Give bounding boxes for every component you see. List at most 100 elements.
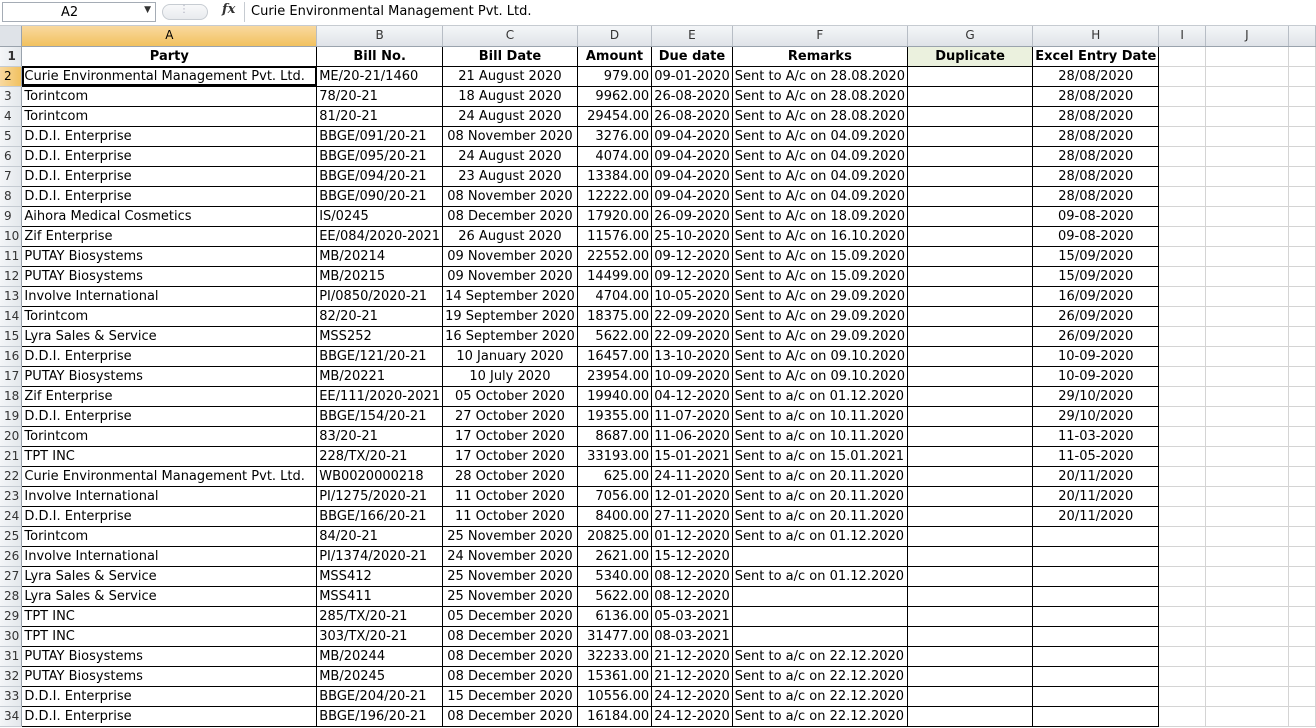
cell-remarks[interactable] — [732, 626, 908, 647]
cell-bill-no[interactable]: PI/1275/2020-21 — [316, 486, 444, 507]
empty-cell[interactable] — [1288, 406, 1316, 427]
cell-amount[interactable]: 10556.00 — [577, 686, 653, 707]
cell-amount[interactable]: 9962.00 — [577, 86, 653, 107]
empty-cell[interactable] — [1205, 326, 1289, 347]
column-header-k[interactable] — [1288, 26, 1316, 47]
row-header[interactable]: 13 — [0, 286, 23, 307]
cell-party[interactable]: Torintcom — [21, 426, 318, 447]
cell-remarks[interactable]: Sent to A/c on 04.09.2020 — [732, 126, 908, 147]
cell-party[interactable]: PUTAY Biosystems — [21, 246, 318, 267]
cell-remarks[interactable]: Sent to a/c on 22.12.2020 — [732, 646, 908, 667]
cell-bill-date[interactable]: 25 November 2020 — [442, 526, 578, 547]
cell-bill-no[interactable]: MB/20245 — [316, 666, 444, 687]
cell-due-date[interactable]: 09-04-2020 — [651, 186, 733, 207]
cell-bill-no[interactable]: MB/20221 — [316, 366, 444, 387]
cell-bill-no[interactable]: 303/TX/20-21 — [316, 626, 444, 647]
cell-bill-no[interactable]: PI/0850/2020-21 — [316, 286, 444, 307]
cell-due-date[interactable]: 09-04-2020 — [651, 166, 733, 187]
cell-entry-date[interactable]: 16/09/2020 — [1032, 286, 1160, 307]
row-header[interactable]: 5 — [0, 126, 23, 147]
column-header-f[interactable]: F — [732, 26, 908, 47]
cell-amount[interactable]: 625.00 — [577, 466, 653, 487]
cell-entry-date[interactable]: 15/09/2020 — [1032, 266, 1160, 287]
cell-bill-date[interactable]: 24 August 2020 — [442, 146, 578, 167]
cell-party[interactable]: Torintcom — [21, 526, 318, 547]
cell-bill-no[interactable]: MB/20215 — [316, 266, 444, 287]
cell-remarks[interactable]: Sent to a/c on 20.11.2020 — [732, 486, 908, 507]
cell-remarks[interactable] — [732, 586, 908, 607]
header-remarks[interactable]: Remarks — [732, 46, 908, 67]
column-header-j[interactable]: J — [1205, 26, 1289, 47]
cell-duplicate[interactable] — [907, 406, 1034, 427]
cell-party[interactable]: D.D.I. Enterprise — [21, 346, 318, 367]
empty-cell[interactable] — [1288, 426, 1316, 447]
cell-amount[interactable]: 13384.00 — [577, 166, 653, 187]
cell-party[interactable]: Zif Enterprise — [21, 226, 318, 247]
header-party[interactable]: Party — [21, 46, 318, 67]
cell-bill-date[interactable]: 17 October 2020 — [442, 446, 578, 467]
cell-entry-date[interactable]: 10-09-2020 — [1032, 346, 1160, 367]
cell-remarks[interactable]: Sent to a/c on 22.12.2020 — [732, 666, 908, 687]
cell-amount[interactable]: 5340.00 — [577, 566, 653, 587]
cell-bill-date[interactable]: 27 October 2020 — [442, 406, 578, 427]
cell-entry-date[interactable] — [1032, 566, 1160, 587]
select-all-corner[interactable] — [0, 26, 23, 47]
cell-amount[interactable]: 11576.00 — [577, 226, 653, 247]
cell-duplicate[interactable] — [907, 266, 1034, 287]
cell-amount[interactable]: 17920.00 — [577, 206, 653, 227]
cell-remarks[interactable]: Sent to a/c on 01.12.2020 — [732, 526, 908, 547]
row-header[interactable]: 6 — [0, 146, 23, 167]
cell-due-date[interactable]: 10-05-2020 — [651, 286, 733, 307]
cell-due-date[interactable]: 09-04-2020 — [651, 126, 733, 147]
cell-amount[interactable]: 979.00 — [577, 66, 653, 87]
cell-due-date[interactable]: 15-01-2021 — [651, 446, 733, 467]
empty-cell[interactable] — [1158, 66, 1207, 87]
empty-cell[interactable] — [1205, 166, 1289, 187]
cell-duplicate[interactable] — [907, 106, 1034, 127]
column-header-c[interactable]: C — [442, 26, 578, 47]
empty-cell[interactable] — [1158, 306, 1207, 327]
cell-party[interactable]: Involve International — [21, 546, 318, 567]
cell-entry-date[interactable]: 28/08/2020 — [1032, 146, 1160, 167]
chevron-down-icon[interactable]: ▼ — [144, 5, 151, 15]
empty-cell[interactable] — [1288, 466, 1316, 487]
empty-cell[interactable] — [1205, 226, 1289, 247]
empty-cell[interactable] — [1288, 386, 1316, 407]
cell-bill-date[interactable]: 26 August 2020 — [442, 226, 578, 247]
empty-cell[interactable] — [1158, 186, 1207, 207]
cell-bill-date[interactable]: 08 December 2020 — [442, 666, 578, 687]
empty-cell[interactable] — [1158, 586, 1207, 607]
cell-party[interactable]: Torintcom — [21, 306, 318, 327]
cell-duplicate[interactable] — [907, 366, 1034, 387]
row-header[interactable]: 31 — [0, 646, 23, 667]
empty-cell[interactable] — [1288, 66, 1316, 87]
header-bill-no[interactable]: Bill No. — [316, 46, 444, 67]
empty-cell[interactable] — [1288, 706, 1316, 727]
name-box[interactable]: A2 ▼ — [2, 2, 156, 22]
empty-cell[interactable] — [1288, 106, 1316, 127]
cell-bill-date[interactable]: 08 December 2020 — [442, 206, 578, 227]
row-header[interactable]: 27 — [0, 566, 23, 587]
cell-duplicate[interactable] — [907, 426, 1034, 447]
empty-cell[interactable] — [1288, 366, 1316, 387]
cell-entry-date[interactable]: 26/09/2020 — [1032, 326, 1160, 347]
cell-amount[interactable]: 4704.00 — [577, 286, 653, 307]
empty-cell[interactable] — [1288, 186, 1316, 207]
empty-cell[interactable] — [1288, 126, 1316, 147]
empty-cell[interactable] — [1288, 506, 1316, 527]
cell-bill-no[interactable]: 81/20-21 — [316, 106, 444, 127]
empty-cell[interactable] — [1288, 166, 1316, 187]
row-header[interactable]: 12 — [0, 266, 23, 287]
cell-entry-date[interactable] — [1032, 666, 1160, 687]
column-header-g[interactable]: G — [907, 26, 1034, 47]
header-duplicate[interactable]: Duplicate — [907, 46, 1034, 67]
empty-cell[interactable] — [1158, 126, 1207, 147]
cell-bill-no[interactable]: MB/20214 — [316, 246, 444, 267]
cell-due-date[interactable]: 15-12-2020 — [651, 546, 733, 567]
cell-party[interactable]: PUTAY Biosystems — [21, 646, 318, 667]
cell-due-date[interactable]: 13-10-2020 — [651, 346, 733, 367]
cell-bill-date[interactable]: 08 November 2020 — [442, 186, 578, 207]
cell-duplicate[interactable] — [907, 506, 1034, 527]
cell-remarks[interactable]: Sent to A/c on 29.09.2020 — [732, 306, 908, 327]
cell-duplicate[interactable] — [907, 306, 1034, 327]
